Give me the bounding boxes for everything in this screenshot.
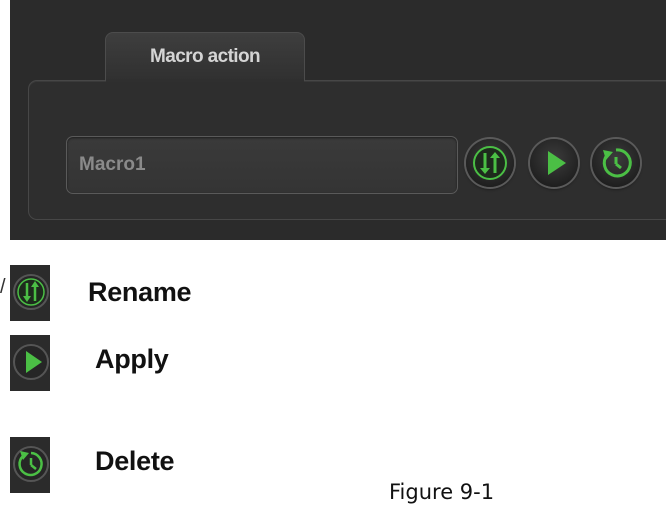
apply-button[interactable] [530,139,578,187]
legend-delete-icon [10,437,50,493]
legend-delete-label: Delete [95,446,175,476]
legend-mark: / [0,276,6,298]
legend-apply-icon [10,335,50,391]
tab-macro-action[interactable]: Macro action [105,32,305,81]
reset-icon [13,446,49,482]
tab-join [106,79,304,82]
tab-macro-action-label: Macro action [150,46,261,67]
swap-arrows-icon [473,146,507,180]
delete-button[interactable] [592,139,640,187]
legend-apply-label: Apply [95,344,169,374]
figure-caption: Figure 9-1 [389,480,495,504]
play-icon [13,344,49,380]
macro-name-input[interactable] [66,136,458,194]
legend-rename-label: Rename [88,277,192,307]
play-icon [548,151,566,175]
reset-icon [602,148,632,178]
legend-rename-icon [10,265,50,321]
rename-button[interactable] [466,139,514,187]
swap-arrows-icon [13,274,49,310]
